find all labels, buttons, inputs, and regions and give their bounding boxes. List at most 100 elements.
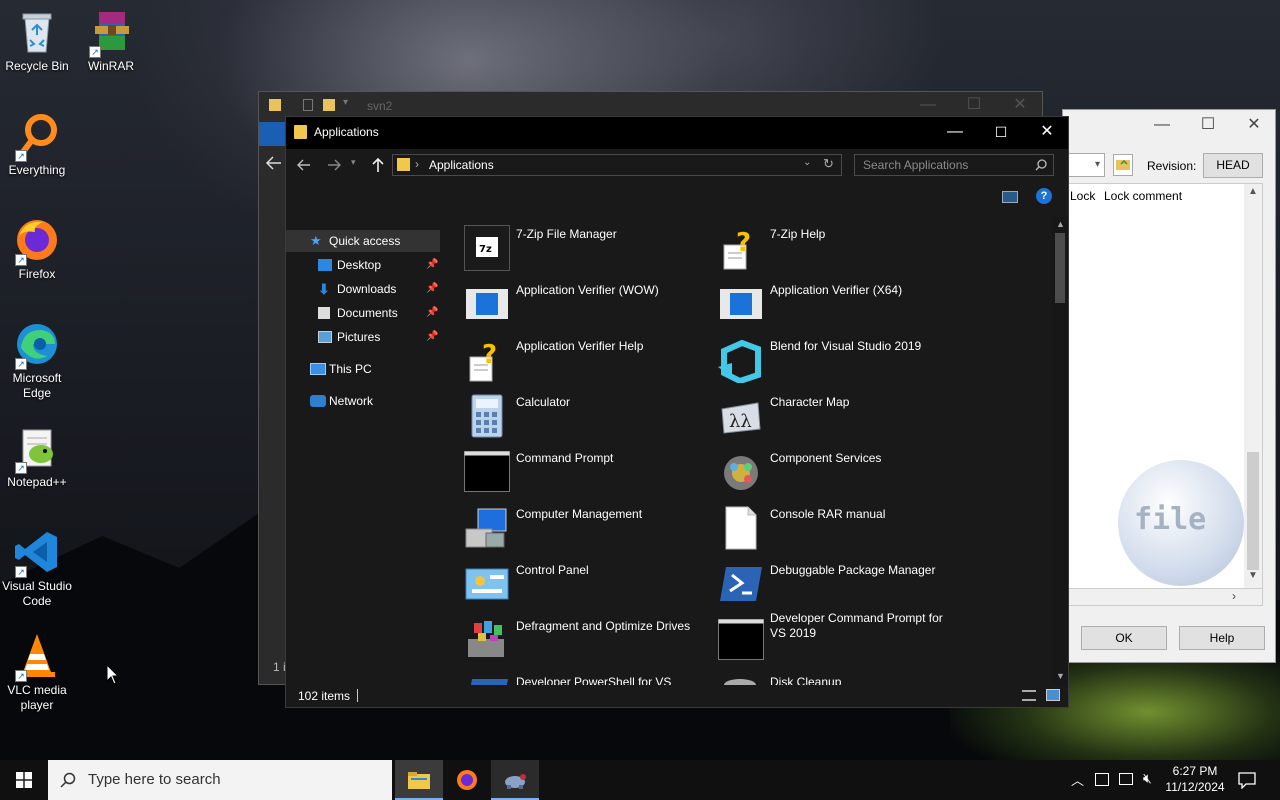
refresh-icon[interactable]: ↻ (823, 156, 834, 172)
svn-dialog-window[interactable]: — ☐ ✕ ▾ Revision: HEAD Lock Lock comment… (1062, 109, 1276, 663)
quick-access-dropdown-icon[interactable]: ▾ (343, 97, 348, 108)
volume-muted-icon[interactable]: 🔇︎ (1143, 770, 1152, 787)
nav-item-network[interactable]: Network (286, 390, 440, 412)
desktop-icon-winrar[interactable]: ↗ WinRAR (74, 8, 148, 74)
file-globe-watermark: file (1118, 460, 1244, 586)
content-vertical-scrollbar[interactable]: ▲ ▼ (1052, 217, 1068, 685)
tile-label: Character Map (770, 395, 850, 409)
minimize-button[interactable]: — (932, 117, 978, 147)
pin-icon[interactable]: 📌 (426, 302, 438, 324)
nav-item-quick-access[interactable]: ★ Quick access (286, 230, 440, 252)
dialog-vertical-scrollbar[interactable]: ▲ ▼ (1244, 184, 1262, 588)
scroll-up-icon[interactable]: ▲ (1248, 186, 1258, 197)
scroll-up-icon[interactable]: ▲ (1056, 219, 1065, 229)
dialog-minimize-button[interactable]: — (1139, 110, 1185, 140)
dialog-file-list[interactable]: Lock Lock comment ▲ ▼ file (1067, 183, 1263, 589)
app-tile-console-rar-manual[interactable]: Console RAR manual (696, 503, 946, 553)
desktop-icon-vscode[interactable]: ↗ Visual Studio Code (0, 528, 74, 609)
taskbar-search-input[interactable]: Type here to search (48, 760, 392, 800)
dialog-scroll-thumb[interactable] (1247, 452, 1259, 570)
scroll-down-icon[interactable]: ▼ (1248, 570, 1258, 581)
app-tile-command-prompt[interactable]: Command Prompt (442, 447, 692, 497)
new-folder-icon[interactable] (323, 99, 335, 111)
app-tile-developer-command-prompt[interactable]: Developer Command Prompt for VS 2019 (696, 611, 946, 665)
tray-security-icon[interactable] (1095, 773, 1109, 786)
content-scroll-thumb[interactable] (1055, 233, 1065, 303)
app-tile-component-services[interactable]: Component Services (696, 447, 946, 497)
recent-locations-chevron-down-icon[interactable]: ▾ (351, 157, 356, 168)
nav-item-this-pc[interactable]: This PC (286, 358, 440, 380)
maximize-button[interactable]: ☐ (978, 117, 1024, 147)
large-icons-view-icon[interactable] (1046, 689, 1060, 701)
explorer-window-applications[interactable]: Applications — ☐ ✕ ▾ › Applications ⌄ ↻ … (285, 116, 1069, 708)
nav-item-downloads[interactable]: ⬇ Downloads 📌 (286, 278, 440, 300)
column-header-lock[interactable]: Lock (1070, 189, 1095, 203)
pin-icon[interactable]: 📌 (426, 254, 438, 276)
back-arrow-icon[interactable] (259, 148, 287, 178)
app-tile-developer-powershell[interactable]: Developer PowerShell for VS 2019 (442, 671, 692, 685)
address-dropdown-chevron-icon[interactable]: ⌄ (803, 157, 811, 168)
browse-folder-icon[interactable] (1113, 154, 1133, 176)
app-tile-calculator[interactable]: Calculator (442, 391, 692, 441)
taskbar-file-explorer-button[interactable] (395, 760, 443, 800)
app-tile-disk-cleanup[interactable]: Disk Cleanup (696, 671, 946, 685)
pin-icon[interactable]: 📌 (426, 326, 438, 348)
app-tile-application-verifier-help[interactable]: ? Application Verifier Help (442, 335, 692, 385)
start-button[interactable] (0, 760, 48, 800)
nav-item-documents[interactable]: Documents 📌 (286, 302, 440, 324)
dialog-close-button[interactable]: ✕ (1231, 110, 1277, 140)
tile-label: Command Prompt (516, 451, 614, 465)
desktop-icon-vlc[interactable]: ↗ VLC media player (0, 632, 74, 713)
help-button[interactable]: Help (1179, 626, 1265, 650)
forward-arrow-icon[interactable] (324, 155, 344, 178)
taskbar-svn-button[interactable] (491, 760, 539, 800)
search-input[interactable]: Search Applications (854, 154, 1054, 176)
scroll-right-icon[interactable]: › (1232, 589, 1236, 603)
back-window-file-tab[interactable] (259, 122, 287, 146)
network-icon[interactable] (1119, 773, 1133, 785)
app-tile-character-map[interactable]: λλ Character Map (696, 391, 946, 441)
desktop-icon-everything[interactable]: ↗ Everything (0, 112, 74, 178)
app-tile-blend-for-visual-studio[interactable]: Blend for Visual Studio 2019 (696, 335, 946, 385)
column-header-lock-comment[interactable]: Lock comment (1104, 189, 1182, 203)
help-icon[interactable]: ? (1036, 188, 1052, 204)
show-hidden-icons-chevron-icon[interactable]: ︿ (1071, 770, 1084, 789)
help-document-icon: ? (718, 225, 764, 271)
taskbar-firefox-button[interactable] (443, 760, 491, 800)
address-bar[interactable]: › Applications ⌄ ↻ (392, 154, 842, 176)
app-tile-7zip-help[interactable]: ? 7-Zip Help (696, 223, 946, 273)
scroll-down-icon[interactable]: ▼ (1056, 671, 1065, 681)
back-arrow-icon[interactable] (294, 155, 314, 178)
explorer-titlebar[interactable]: Applications — ☐ ✕ (286, 117, 1068, 149)
nav-item-desktop[interactable]: Desktop 📌 (286, 254, 440, 276)
app-tile-application-verifier-wow[interactable]: Application Verifier (WOW) (442, 279, 692, 329)
desktop-icon-recycle-bin[interactable]: Recycle Bin (0, 8, 74, 74)
ok-button[interactable]: OK (1081, 626, 1167, 650)
dialog-titlebar[interactable]: — ☐ ✕ (1063, 110, 1275, 140)
close-button[interactable]: ✕ (1024, 117, 1070, 147)
dialog-maximize-button[interactable]: ☐ (1185, 110, 1231, 140)
clock[interactable]: 6:27 PM 11/12/2024 (1163, 763, 1227, 795)
desktop-icon-firefox[interactable]: ↗ Firefox (0, 216, 74, 282)
pin-icon[interactable]: 📌 (426, 278, 438, 300)
edge-icon: ↗ (13, 320, 61, 370)
preview-pane-icon[interactable] (1002, 191, 1018, 203)
dialog-combo-dropdown[interactable]: ▾ (1067, 153, 1105, 177)
app-tile-7zip-file-manager[interactable]: 7z 7-Zip File Manager (442, 223, 692, 273)
desktop-icon-edge[interactable]: ↗ Microsoft Edge (0, 320, 74, 401)
app-tile-debuggable-package-manager[interactable]: Debuggable Package Manager (696, 559, 946, 609)
revision-head-button[interactable]: HEAD (1203, 153, 1263, 178)
desktop-icon-notepad-plus-plus[interactable]: ↗ Notepad++ (0, 424, 74, 490)
up-arrow-icon[interactable] (368, 155, 388, 178)
app-tile-application-verifier-x64[interactable]: Application Verifier (X64) (696, 279, 946, 329)
dialog-horizontal-scrollbar[interactable]: › (1067, 588, 1263, 606)
properties-icon[interactable] (303, 99, 313, 111)
app-tile-control-panel[interactable]: Control Panel (442, 559, 692, 609)
applications-content-area[interactable]: 7z 7-Zip File Manager ? 7-Zip Help Appli… (442, 217, 1054, 685)
app-tile-computer-management[interactable]: Computer Management (442, 503, 692, 553)
app-tile-defragment-optimize-drives[interactable]: Defragment and Optimize Drives (442, 615, 692, 665)
notifications-icon[interactable] (1238, 771, 1256, 789)
nav-item-pictures[interactable]: Pictures 📌 (286, 326, 440, 348)
breadcrumb-applications[interactable]: Applications (429, 158, 494, 172)
details-view-icon[interactable] (1022, 690, 1036, 701)
